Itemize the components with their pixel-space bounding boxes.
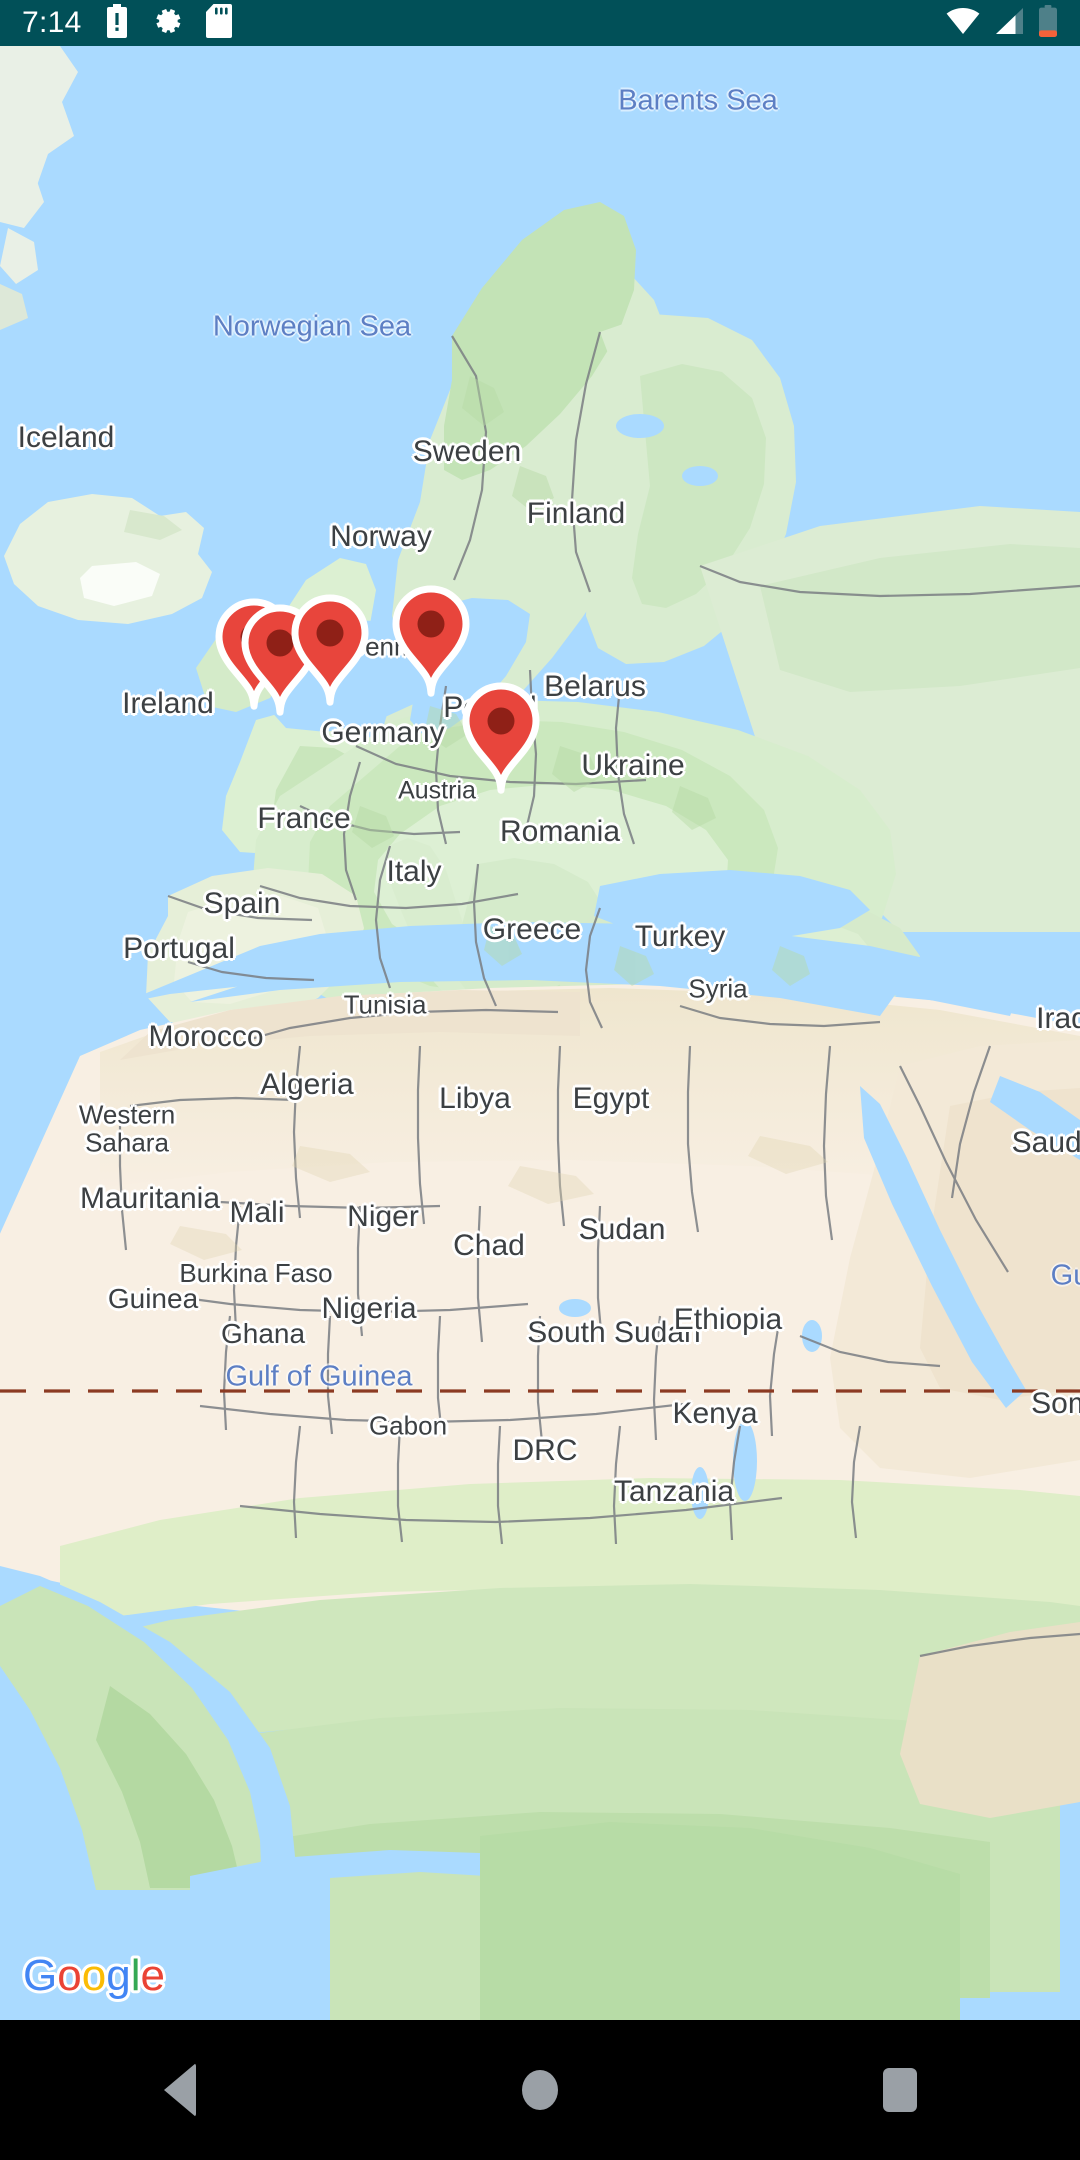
status-bar-clock: 7:14 [22,6,82,39]
google-map-canvas[interactable]: Barents Sea Norwegian Sea Iceland Sweden Fin… [0,46,1080,2020]
status-bar-right-group [946,4,1058,42]
wifi-icon [946,7,980,40]
nav-recents-button[interactable] [720,2020,1080,2160]
nav-home-button[interactable] [360,2020,720,2160]
map-marker-pin[interactable] [287,594,373,718]
square-icon [883,2068,917,2112]
battery-icon [1038,4,1058,42]
status-bar-left-group: 7:14 [22,3,232,43]
battery-alert-icon [104,3,130,43]
settings-gear-icon [152,5,184,42]
sd-card-icon [205,3,232,43]
status-bar[interactable]: 7:14 [0,0,1080,46]
location-pin-icon [462,682,540,794]
google-logo: Google Google [22,1952,172,2002]
svg-text:Google: Google [23,1952,165,2000]
circle-icon [522,2070,558,2110]
android-navigation-bar[interactable] [0,2020,1080,2160]
location-pin-icon [291,594,369,706]
map-basemap [0,46,1080,2020]
nav-back-button[interactable] [0,2020,360,2160]
cellular-signal-icon [994,7,1024,40]
map-marker-pin[interactable] [458,682,544,806]
triangle-left-icon [164,2063,196,2117]
